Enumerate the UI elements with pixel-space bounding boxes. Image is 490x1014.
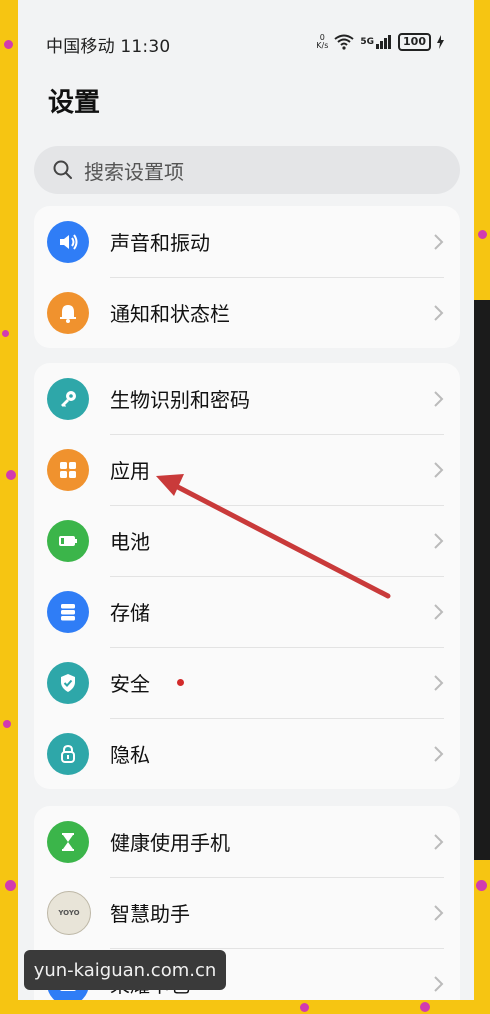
phone-screen: 中国移动 11:30 0 K/s 5G 100 设置 搜索设置项 声音和振动 通… (18, 0, 474, 1000)
settings-item-label: 智慧助手 (110, 902, 190, 926)
chevron-right-icon (434, 904, 444, 921)
battery-level: 100 (398, 33, 431, 51)
privacy-lock-icon (47, 732, 89, 775)
chevron-right-icon (434, 461, 444, 478)
charging-icon (437, 35, 444, 49)
status-icons: 0 K/s 5G 100 (316, 30, 444, 54)
settings-item-biometrics[interactable]: 生物识别和密码 (34, 363, 460, 434)
decor-dot (478, 230, 487, 239)
status-bar: 中国移动 11:30 0 K/s 5G 100 (18, 0, 474, 80)
settings-item-label: 通知和状态栏 (110, 302, 230, 326)
chevron-right-icon (434, 674, 444, 691)
storage-icon (47, 590, 89, 633)
decor-dot (2, 330, 9, 337)
apps-grid-icon (47, 448, 89, 491)
chevron-right-icon (434, 603, 444, 620)
settings-item-assistant[interactable]: YOYO 智慧助手 (34, 877, 460, 948)
chevron-right-icon (434, 532, 444, 549)
chevron-right-icon (434, 390, 444, 407)
decor-dot (476, 880, 487, 891)
chevron-right-icon (434, 745, 444, 762)
settings-item-battery[interactable]: 电池 (34, 505, 460, 576)
settings-item-storage[interactable]: 存储 (34, 576, 460, 647)
chevron-right-icon (434, 304, 444, 321)
settings-item-notifications[interactable]: 通知和状态栏 (34, 277, 460, 348)
decor-dot (3, 720, 11, 728)
carrier-time: 中国移动 11:30 (46, 37, 171, 57)
notification-badge (177, 679, 184, 686)
search-input[interactable]: 搜索设置项 (34, 146, 460, 194)
settings-item-digital-balance[interactable]: 健康使用手机 (34, 806, 460, 877)
settings-group-sound-notify: 声音和振动 通知和状态栏 (34, 206, 460, 348)
network-type: 5G (360, 37, 375, 47)
battery-icon (47, 519, 89, 562)
settings-item-label: 健康使用手机 (110, 831, 230, 855)
settings-item-label: 声音和振动 (110, 231, 210, 255)
chevron-right-icon (434, 833, 444, 850)
settings-item-label: 电池 (110, 530, 150, 554)
settings-item-security[interactable]: 安全 (34, 647, 460, 718)
yoyo-icon: YOYO (47, 890, 91, 935)
search-placeholder: 搜索设置项 (84, 159, 184, 184)
settings-item-label: 隐私 (110, 743, 150, 767)
hourglass-icon (47, 820, 89, 863)
key-icon (47, 377, 89, 420)
volume-icon (47, 220, 89, 263)
bell-icon (47, 291, 89, 334)
chevron-right-icon (434, 233, 444, 250)
page-title: 设置 (48, 88, 101, 118)
search-icon (53, 160, 72, 179)
settings-item-label: 应用 (110, 459, 150, 483)
background-strip (474, 300, 490, 860)
settings-item-label: 存储 (110, 601, 150, 625)
settings-item-privacy[interactable]: 隐私 (34, 718, 460, 789)
settings-item-label: 生物识别和密码 (110, 388, 250, 412)
settings-item-apps[interactable]: 应用 (34, 434, 460, 505)
network-speed: 0 K/s (316, 34, 328, 50)
decor-dot (4, 40, 13, 49)
decor-dot (5, 880, 16, 891)
speed-unit: K/s (316, 41, 329, 50)
settings-group-system: 生物识别和密码 应用 电池 存储 安全 隐私 (34, 363, 460, 789)
signal-icon (376, 35, 392, 49)
watermark-label: yun-kaiguan.com.cn (24, 950, 226, 990)
decor-dot (6, 470, 16, 480)
decor-dot (300, 1003, 309, 1012)
chevron-right-icon (434, 975, 444, 992)
decor-dot (420, 1002, 430, 1012)
settings-item-sound[interactable]: 声音和振动 (34, 206, 460, 277)
wifi-icon (334, 34, 354, 50)
settings-item-label: 安全 (110, 672, 150, 696)
shield-check-icon (47, 661, 89, 704)
